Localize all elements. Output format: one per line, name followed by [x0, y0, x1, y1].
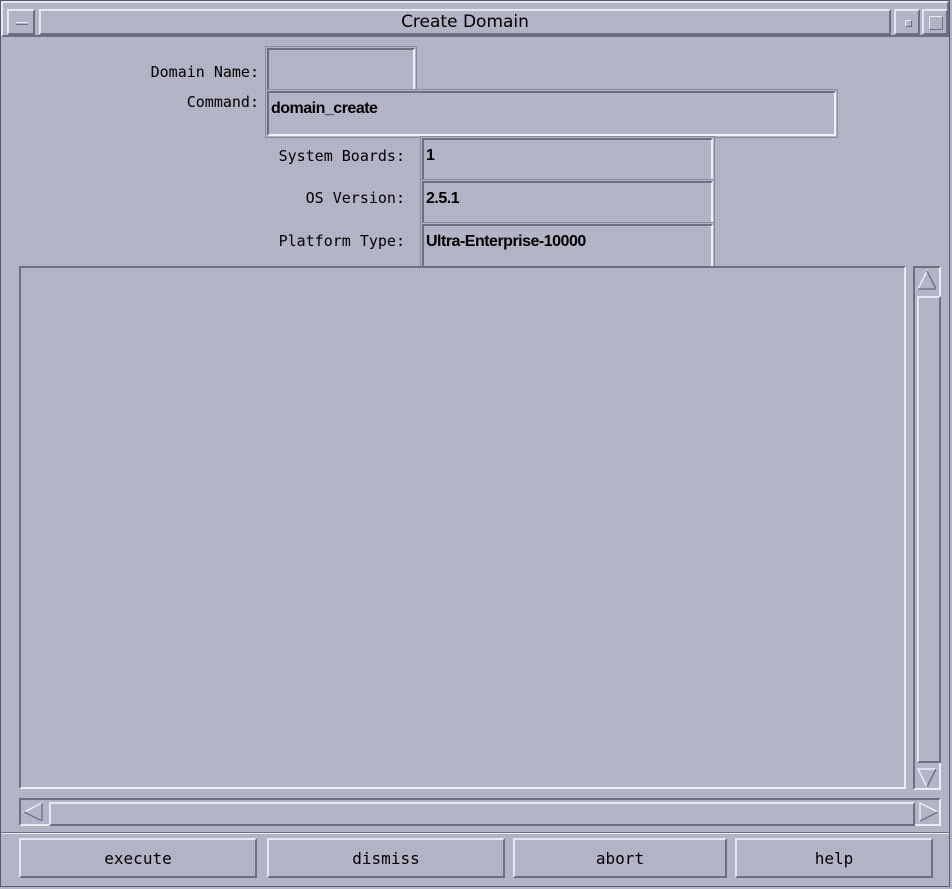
- maximize-icon: [929, 16, 943, 30]
- help-button[interactable]: help: [735, 838, 933, 878]
- window-title: Create Domain: [39, 9, 891, 35]
- command-field[interactable]: domain_create: [265, 89, 838, 138]
- os-version-field[interactable]: 2.5.1: [420, 179, 715, 228]
- create-domain-window: Create Domain Domain Name: Command: doma…: [0, 0, 950, 887]
- command-value: domain_create: [267, 91, 836, 136]
- system-boards-value: 1: [422, 138, 713, 183]
- scroll-up-button[interactable]: [915, 268, 943, 294]
- os-version-value: 2.5.1: [422, 181, 713, 226]
- system-boards-label: System Boards:: [278, 147, 405, 165]
- output-text-area[interactable]: [19, 266, 906, 789]
- platform-type-value: Ultra-Enterprise-10000: [422, 224, 713, 269]
- window-menu-icon: [16, 22, 28, 25]
- minimize-button[interactable]: [894, 9, 920, 35]
- scroll-right-button[interactable]: [917, 800, 943, 828]
- abort-button[interactable]: abort: [513, 838, 727, 878]
- system-boards-field[interactable]: 1: [420, 136, 715, 185]
- arrow-right-icon: [919, 801, 940, 823]
- scroll-left-button[interactable]: [21, 800, 47, 828]
- button-separator: [1, 832, 949, 834]
- window-menu-button[interactable]: [7, 9, 35, 35]
- arrow-down-icon: [916, 768, 938, 789]
- arrow-up-icon: [916, 269, 938, 290]
- horizontal-scroll-thumb[interactable]: [49, 802, 915, 826]
- horizontal-scrollbar[interactable]: [19, 798, 941, 826]
- vertical-scrollbar[interactable]: [913, 266, 941, 790]
- domain-name-value: [267, 48, 415, 93]
- execute-button[interactable]: execute: [19, 838, 257, 878]
- platform-type-label: Platform Type:: [278, 232, 405, 250]
- domain-name-label: Domain Name:: [150, 63, 259, 81]
- platform-type-field[interactable]: Ultra-Enterprise-10000: [420, 222, 715, 271]
- arrow-left-icon: [22, 801, 43, 823]
- title-bar[interactable]: Create Domain: [1, 1, 949, 37]
- command-label: Command:: [186, 93, 259, 111]
- domain-name-field[interactable]: [265, 46, 417, 95]
- vertical-scroll-thumb[interactable]: [917, 296, 941, 763]
- dismiss-button[interactable]: dismiss: [267, 838, 505, 878]
- scroll-down-button[interactable]: [915, 766, 943, 792]
- minimize-icon: [905, 20, 912, 27]
- maximize-button[interactable]: [922, 9, 948, 35]
- os-version-label: OS Version:: [305, 189, 405, 207]
